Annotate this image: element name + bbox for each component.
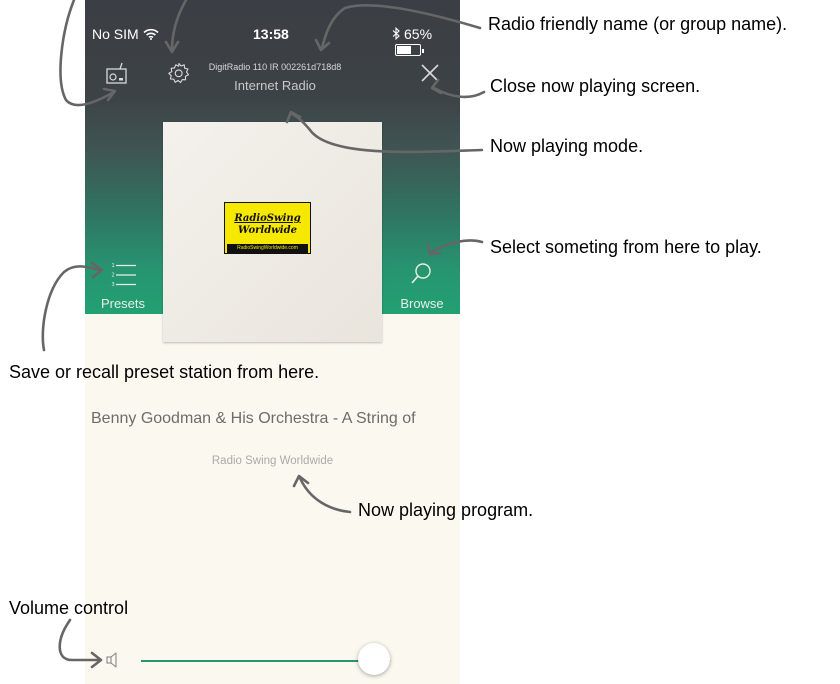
annotation-mode: Now playing mode. bbox=[490, 136, 644, 156]
presets-list-icon[interactable]: 1 2 3 bbox=[111, 262, 137, 288]
annotation-program: Now playing program. bbox=[358, 500, 534, 520]
now-playing-screen: No SIM 13:58 65% DigitRadio 110 IR 00226… bbox=[85, 0, 460, 684]
logo-title-line: RadioSwing bbox=[234, 213, 301, 224]
svg-text:3: 3 bbox=[112, 282, 115, 288]
station-logo: RadioSwing Worldwide RadioSwingWorldwide… bbox=[224, 202, 311, 254]
now-playing-program: Radio Swing Worldwide bbox=[211, 455, 334, 467]
logo-subtitle-line: Worldwide bbox=[238, 225, 297, 236]
svg-text:2: 2 bbox=[112, 273, 115, 279]
status-time: 13:58 bbox=[253, 26, 289, 42]
bluetooth-icon bbox=[392, 26, 400, 41]
radio-friendly-name: DigitRadio 110 IR 002261d718d8 bbox=[208, 62, 342, 72]
close-icon[interactable] bbox=[418, 61, 442, 85]
search-icon[interactable] bbox=[410, 262, 434, 286]
annotation-volume: Volume control bbox=[9, 598, 129, 618]
volume-icon[interactable] bbox=[106, 650, 124, 670]
wifi-icon bbox=[143, 28, 159, 40]
carrier-label: No SIM bbox=[92, 26, 139, 42]
volume-slider-track[interactable] bbox=[141, 660, 391, 662]
battery-fill bbox=[397, 46, 411, 54]
track-title: Benny Goodman & His Orchestra - A String… bbox=[91, 410, 416, 427]
status-battery: 65% bbox=[392, 26, 460, 58]
now-playing-mode: Internet Radio bbox=[234, 78, 316, 93]
station-artwork: RadioSwing Worldwide RadioSwingWorldwide… bbox=[163, 122, 382, 342]
battery-icon bbox=[395, 44, 421, 56]
status-carrier: No SIM bbox=[92, 26, 159, 42]
volume-slider-knob[interactable] bbox=[358, 643, 390, 675]
battery-cap bbox=[422, 49, 424, 53]
volume-slider-fill bbox=[141, 660, 374, 662]
annotation-close: Close now playing screen. bbox=[490, 76, 701, 96]
settings-icon[interactable] bbox=[167, 61, 191, 85]
annotation-presets: Save or recall preset station from here. bbox=[9, 362, 320, 382]
battery-percent: 65% bbox=[404, 26, 433, 42]
radio-icon[interactable] bbox=[105, 61, 129, 85]
presets-label[interactable]: Presets bbox=[93, 296, 153, 311]
annotation-radio-name: Radio friendly name (or group name). bbox=[488, 14, 788, 34]
annotation-browse: Select someting from here to play. bbox=[490, 237, 762, 257]
browse-label[interactable]: Browse bbox=[390, 296, 454, 311]
logo-url: RadioSwingWorldwide.com bbox=[227, 244, 308, 253]
svg-text:1: 1 bbox=[112, 263, 115, 269]
